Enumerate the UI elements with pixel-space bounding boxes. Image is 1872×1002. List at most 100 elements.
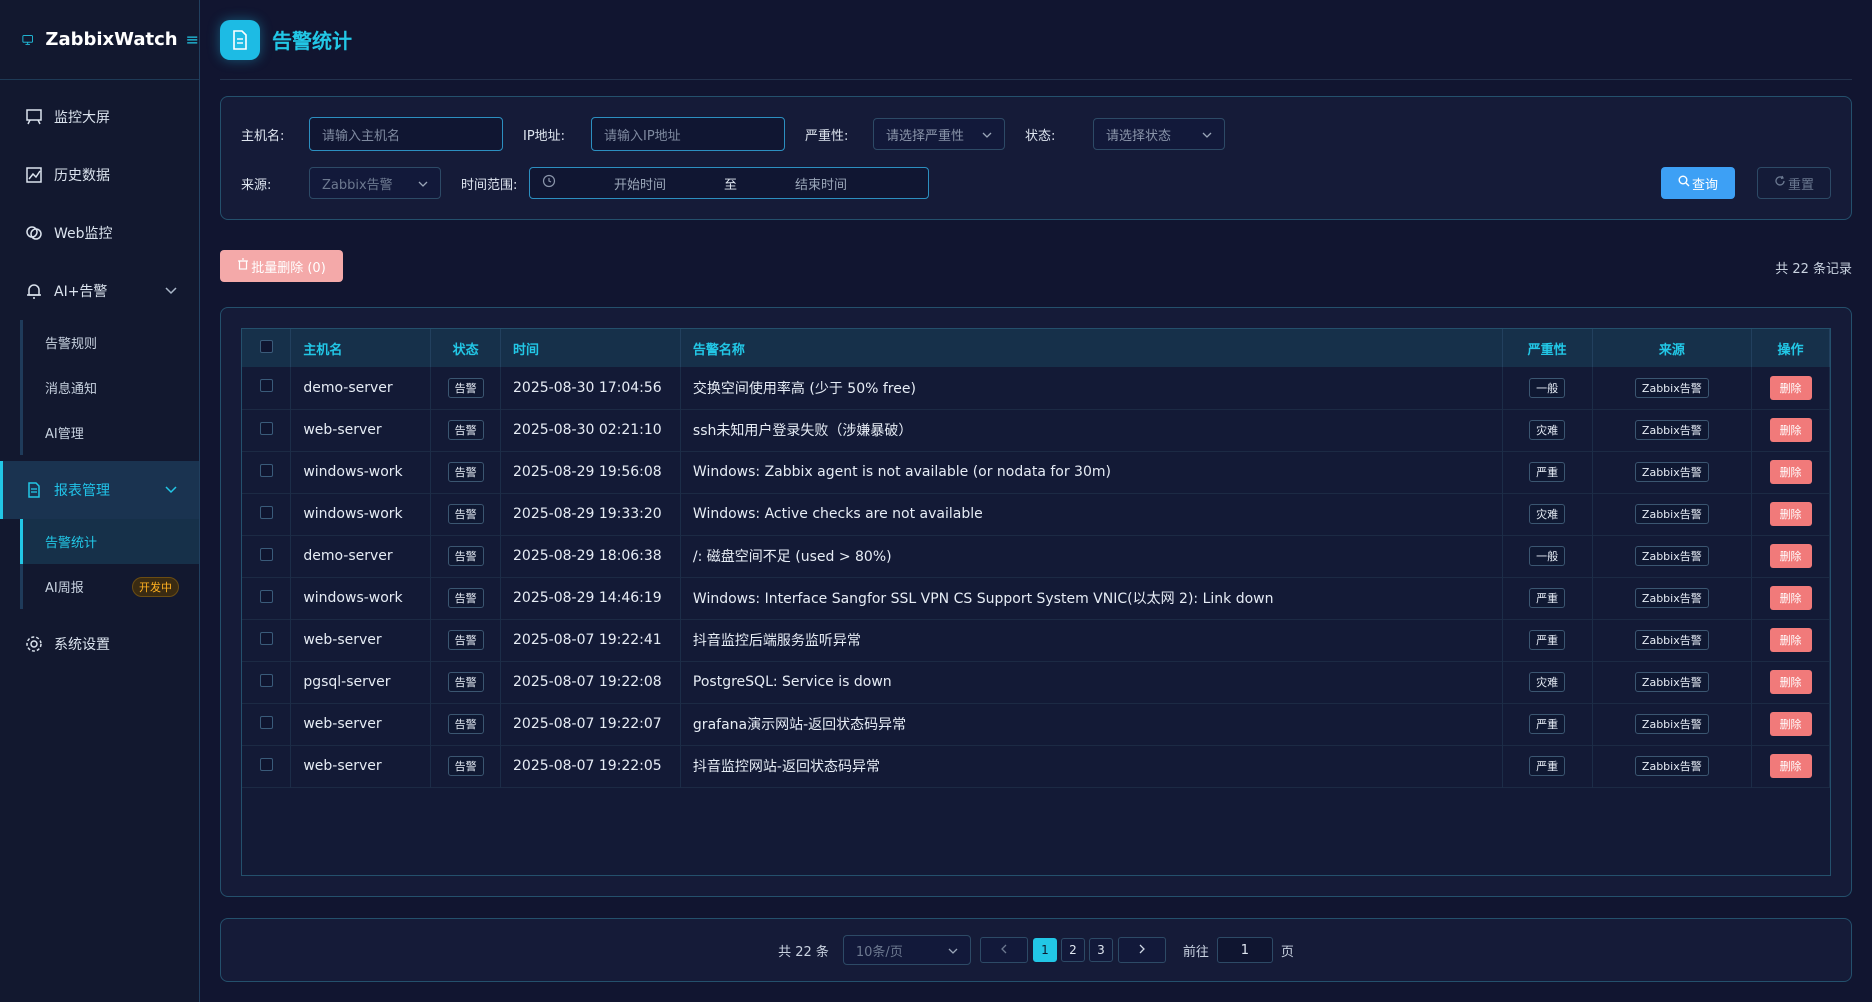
source-cell: Zabbix告警 — [1592, 493, 1753, 535]
document-icon — [220, 19, 260, 60]
sidebar-item-ai-manage[interactable]: AI管理 — [23, 410, 199, 455]
sidebar-item-alert-rules[interactable]: 告警规则 — [23, 320, 199, 365]
delete-button[interactable]: 删除 — [1769, 586, 1812, 610]
table-row: windows-work 告警 2025-08-29 19:56:08 Windows… — [242, 451, 1830, 493]
row-checkbox[interactable] — [259, 715, 273, 729]
delete-button[interactable]: 删除 — [1769, 544, 1812, 568]
sidebar-item-notifications[interactable]: 消息通知 — [23, 365, 199, 410]
source-cell: Zabbix告警 — [1592, 367, 1753, 409]
start-time-placeholder[interactable]: 开始时间 — [585, 174, 695, 193]
ip-input[interactable]: 请输入IP地址 — [591, 117, 785, 151]
chevron-down-icon — [165, 284, 177, 298]
delete-button[interactable]: 删除 — [1769, 418, 1812, 442]
status-cell: 告警 — [430, 535, 502, 577]
source-cell: Zabbix告警 — [1592, 535, 1753, 577]
batch-delete-label: 批量删除 (0) — [251, 260, 326, 276]
row-checkbox[interactable] — [259, 757, 273, 771]
host-input[interactable]: 请输入主机名 — [309, 117, 503, 151]
sidebar-item-settings[interactable]: 系统设置 — [0, 615, 199, 673]
row-select-cell — [242, 745, 292, 787]
source-value: Zabbix告警 — [322, 177, 393, 193]
alert-name-cell: 抖音监控网站-返回状态码异常 — [680, 745, 1503, 787]
delete-button[interactable]: 删除 — [1769, 628, 1812, 652]
sidebar: ZabbixWatch ≡ 监控大屏 历史数据 Web监控 AI+告警 告警规则… — [0, 0, 200, 1002]
sidebar-item-web-monitor[interactable]: Web监控 — [0, 204, 199, 262]
trash-icon — [237, 258, 249, 274]
action-cell: 删除 — [1751, 619, 1830, 661]
source-cell: Zabbix告警 — [1592, 661, 1753, 703]
sidebar-item-label: AI管理 — [45, 427, 84, 442]
time-range-picker[interactable]: 开始时间 至 结束时间 — [529, 167, 929, 199]
main-content: 告警统计 主机名: 请输入主机名 IP地址: 请输入IP地址 严重性: 请选择严… — [220, 0, 1852, 982]
action-cell: 删除 — [1751, 451, 1830, 493]
status-select[interactable]: 请选择状态 — [1093, 118, 1225, 150]
page-number-1[interactable]: 1 — [1032, 938, 1057, 962]
status-cell: 告警 — [430, 619, 502, 661]
sidebar-item-ai-alert[interactable]: AI+告警 — [0, 262, 199, 320]
row-checkbox[interactable] — [259, 589, 273, 603]
end-time-placeholder[interactable]: 结束时间 — [766, 174, 876, 193]
status-cell: 告警 — [430, 409, 502, 451]
page-number-3[interactable]: 3 — [1088, 938, 1113, 962]
delete-button[interactable]: 删除 — [1769, 502, 1812, 526]
search-icon — [1678, 175, 1690, 191]
source-select[interactable]: Zabbix告警 — [309, 167, 441, 199]
status-cell: 告警 — [430, 451, 502, 493]
severity-cell: 灾难 — [1502, 661, 1593, 703]
time-range-label: 时间范围: — [461, 177, 518, 193]
goto-page-input[interactable]: 1 — [1216, 937, 1273, 963]
menu-toggle-icon[interactable]: ≡ — [186, 30, 199, 49]
reset-button[interactable]: 重置 — [1757, 167, 1831, 199]
status-cell: 告警 — [430, 661, 502, 703]
query-button[interactable]: 查询 — [1661, 167, 1735, 199]
sidebar-item-dashboard[interactable]: 监控大屏 — [0, 88, 199, 146]
severity-tag: 灾难 — [1529, 420, 1566, 440]
page-size-select[interactable]: 10条/页 — [842, 935, 971, 965]
delete-button[interactable]: 删除 — [1769, 460, 1812, 484]
batch-delete-button[interactable]: 批量删除 (0) — [220, 250, 343, 282]
host-cell: web-server — [290, 745, 432, 787]
table-row: demo-server 告警 2025-08-30 17:04:56 交换空间使用率高… — [242, 367, 1830, 409]
source-tag: Zabbix告警 — [1634, 462, 1709, 482]
col-severity: 严重性 — [1502, 329, 1593, 367]
alert-name-cell: 交换空间使用率高 (少于 50% free) — [680, 367, 1503, 409]
row-checkbox[interactable] — [259, 631, 273, 645]
table-row: demo-server 告警 2025-08-29 18:06:38/: 磁盘空间不… — [242, 535, 1830, 577]
table-header-row: 主机名 状态 时间 告警名称 严重性 来源 操作 — [242, 329, 1830, 367]
delete-button[interactable]: 删除 — [1769, 375, 1812, 400]
status-placeholder: 请选择状态 — [1106, 128, 1172, 144]
select-all-checkbox[interactable] — [259, 339, 273, 353]
source-tag: Zabbix告警 — [1634, 672, 1709, 692]
next-page-button[interactable] — [1117, 937, 1166, 963]
dev-badge: 开发中 — [132, 576, 179, 597]
row-select-cell — [242, 535, 292, 577]
delete-button[interactable]: 删除 — [1769, 754, 1812, 778]
prev-page-button[interactable] — [979, 937, 1028, 963]
severity-select[interactable]: 请选择严重性 — [873, 118, 1005, 150]
row-checkbox[interactable] — [259, 673, 273, 687]
row-checkbox[interactable] — [259, 505, 273, 519]
delete-button[interactable]: 删除 — [1769, 670, 1812, 694]
severity-tag: 一般 — [1529, 377, 1566, 398]
sidebar-item-alert-stats[interactable]: 告警统计 — [20, 519, 199, 564]
severity-tag: 严重 — [1529, 714, 1566, 734]
sidebar-item-ai-weekly[interactable]: AI周报 开发中 — [23, 564, 199, 609]
sidebar-item-reports[interactable]: 报表管理 — [0, 461, 199, 519]
row-checkbox[interactable] — [259, 463, 273, 477]
row-checkbox[interactable] — [259, 379, 273, 393]
host-cell: windows-work — [290, 451, 432, 493]
row-checkbox[interactable] — [259, 421, 273, 435]
host-cell: demo-server — [290, 367, 432, 409]
row-checkbox[interactable] — [259, 547, 273, 561]
app-name: ZabbixWatch — [45, 29, 178, 50]
alerts-table: 主机名 状态 时间 告警名称 严重性 来源 操作 demo-server 告警 20… — [241, 328, 1831, 876]
sidebar-item-history[interactable]: 历史数据 — [0, 146, 199, 204]
delete-button[interactable]: 删除 — [1769, 712, 1812, 736]
time-cell: 2025-08-29 19:33:20 — [500, 493, 681, 535]
severity-tag: 一般 — [1529, 546, 1566, 566]
sidebar-menu: 监控大屏 历史数据 Web监控 AI+告警 告警规则 消息通知 AI管理 报表管… — [0, 80, 199, 673]
page-number-2[interactable]: 2 — [1060, 938, 1085, 962]
status-tag: 告警 — [447, 630, 484, 650]
time-cell: 2025-08-30 17:04:56 — [500, 367, 681, 409]
pagination: 共 22 条 10条/页 1 2 3 前往 1 页 — [221, 935, 1851, 965]
